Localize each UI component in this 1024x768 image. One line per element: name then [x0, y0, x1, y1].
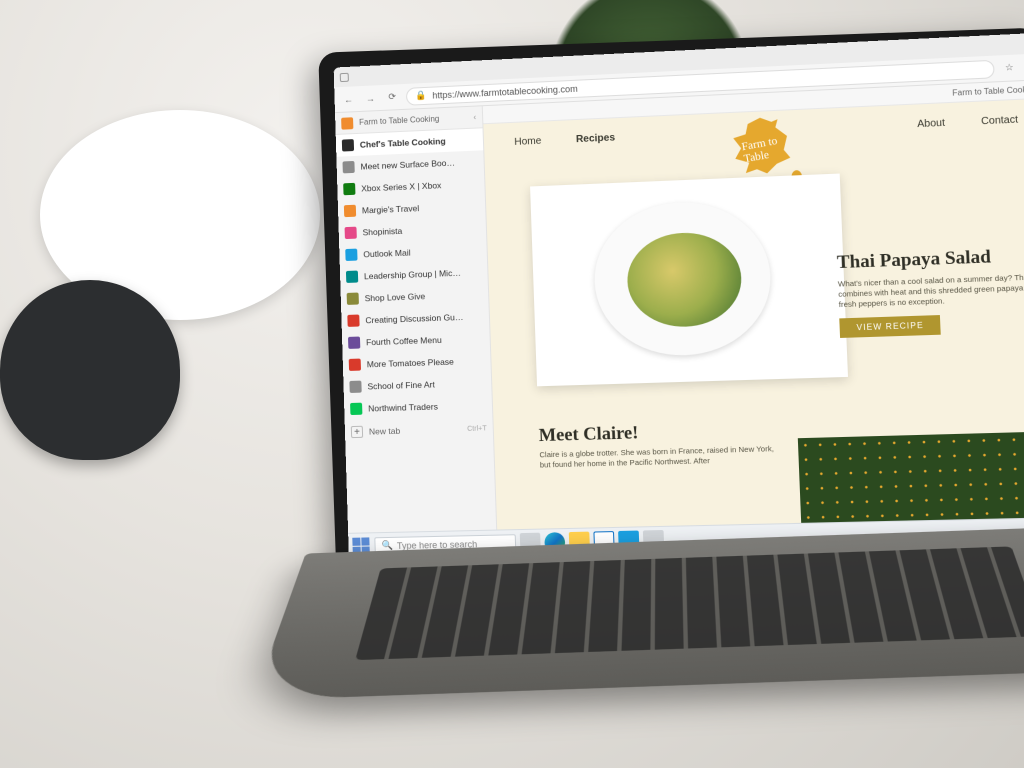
- tab-label: Leadership Group | Microsoft: [364, 267, 463, 281]
- tab-favicon-icon: [344, 204, 356, 216]
- pinned-label: Farm to Table Cooking: [359, 114, 439, 127]
- page: Farm to Table Cooking Home Recipes About…: [483, 80, 1024, 530]
- workspace: Farm to Table Cooking ‹ Chef's Table Coo…: [335, 80, 1024, 533]
- chicken-icon: [729, 116, 794, 176]
- tab-favicon-icon: [349, 380, 361, 392]
- page-content: Home Recipes About Contact Farm to Table: [483, 98, 1024, 529]
- photo-coffee-mug: [0, 280, 180, 460]
- new-tab-label: New tab: [369, 426, 401, 437]
- nav-contact[interactable]: Contact: [981, 114, 1018, 127]
- tab-item[interactable]: Northwind Traders✕: [344, 394, 492, 420]
- tab-label: More Tomatoes Please: [367, 356, 466, 369]
- tab-label: Margie's Travel: [362, 201, 461, 215]
- tab-label: Xbox Series X | Xbox: [361, 179, 460, 193]
- screen: ← → ⟳ 🔒 https://www.farmtotablecooking.c…: [334, 32, 1024, 559]
- page-tab-label: Farm to Table Cooking: [952, 85, 1024, 98]
- tab-favicon-icon: [346, 270, 358, 282]
- meet-title: Meet Claire!: [538, 418, 776, 446]
- tab-favicon-icon: [345, 226, 357, 238]
- meet-blurb: Claire is a globe trotter. She was born …: [539, 444, 778, 471]
- recipe-blurb: What's nicer than a cool salad on a summ…: [838, 271, 1024, 310]
- url-text: https://www.farmtotablecooking.com: [432, 83, 578, 100]
- tab-label: Creating Discussion Guidelines: [365, 311, 464, 324]
- tab-favicon-icon: [348, 336, 360, 348]
- plus-icon: +: [351, 426, 363, 438]
- recipe-title: Thai Papaya Salad: [837, 243, 1024, 273]
- tab-label: Meet new Surface Book 3 or 15.5": [360, 157, 459, 171]
- tab-label: Northwind Traders: [368, 400, 467, 413]
- pinned-favicon-icon: [341, 117, 353, 129]
- tab-label: Fourth Coffee Menu: [366, 334, 465, 347]
- tab-label: Shop Love Give: [365, 289, 464, 303]
- collapse-tabs-icon[interactable]: ‹: [473, 113, 476, 122]
- new-tab-button[interactable]: + New tab Ctrl+T: [345, 416, 494, 444]
- tab-label: School of Fine Art: [367, 378, 466, 391]
- lock-icon: 🔒: [415, 90, 427, 101]
- desk-scene: ← → ⟳ 🔒 https://www.farmtotablecooking.c…: [0, 0, 1024, 768]
- new-tab-shortcut: Ctrl+T: [467, 425, 487, 433]
- tab-favicon-icon: [345, 248, 357, 260]
- laptop-lid: ← → ⟳ 🔒 https://www.farmtotablecooking.c…: [318, 28, 1024, 573]
- tab-label: Chef's Table Cooking: [360, 135, 459, 149]
- tab-favicon-icon: [343, 182, 355, 194]
- refresh-button[interactable]: ⟳: [384, 89, 400, 106]
- tab-favicon-icon: [342, 139, 354, 151]
- back-button[interactable]: ←: [340, 91, 356, 108]
- vertical-tabs-sidebar: Farm to Table Cooking ‹ Chef's Table Coo…: [335, 106, 497, 533]
- tab-label: Outlook Mail: [363, 245, 462, 259]
- favorites-button[interactable]: ☆: [1000, 59, 1018, 76]
- tab-label: Shopinista: [362, 223, 461, 237]
- tab-favicon-icon: [350, 402, 362, 414]
- meet-section: Meet Claire! Claire is a globe trotter. …: [538, 418, 777, 471]
- nav-about[interactable]: About: [917, 118, 945, 131]
- tab-actions-icon[interactable]: [340, 72, 349, 81]
- tab-list: Chef's Table Cooking✕Meet new Surface Bo…: [336, 128, 493, 420]
- recipe-card: Thai Papaya Salad What's nicer than a co…: [837, 243, 1024, 338]
- laptop: ← → ⟳ 🔒 https://www.farmtotablecooking.c…: [318, 28, 1024, 743]
- hero-image: [530, 174, 848, 387]
- forward-button[interactable]: →: [362, 90, 378, 107]
- tab-favicon-icon: [347, 292, 359, 304]
- nav-recipes[interactable]: Recipes: [576, 132, 616, 145]
- tab-favicon-icon: [347, 314, 359, 326]
- nav-home[interactable]: Home: [514, 136, 541, 148]
- laptop-keyboard: [253, 526, 1024, 700]
- view-recipe-button[interactable]: VIEW RECIPE: [839, 315, 941, 338]
- tab-favicon-icon: [342, 160, 354, 172]
- tab-favicon-icon: [349, 358, 361, 370]
- secondary-photo: [798, 432, 1024, 530]
